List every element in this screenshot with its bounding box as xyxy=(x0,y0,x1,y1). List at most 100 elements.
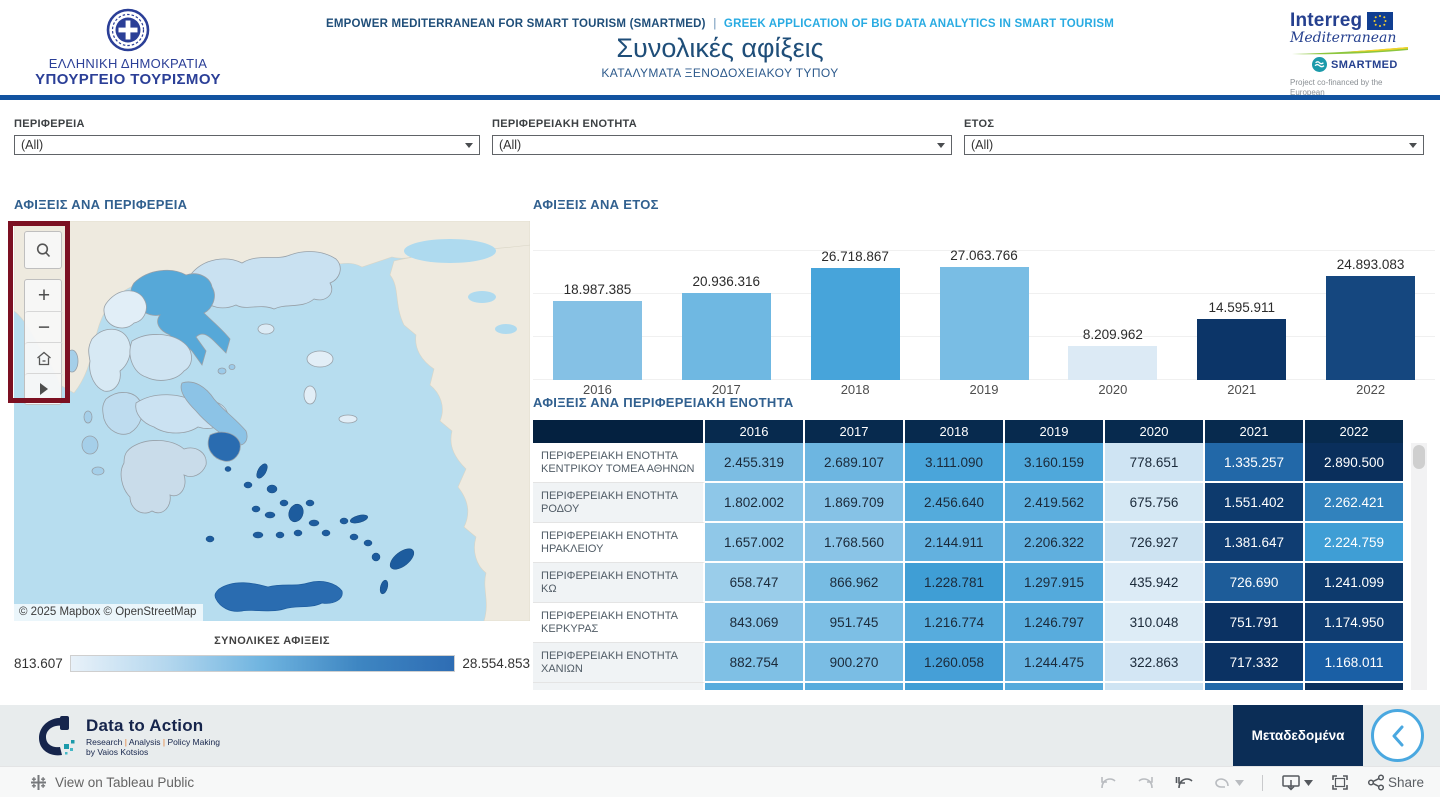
island-zakynthos[interactable] xyxy=(92,467,104,475)
table-cell[interactable]: 1.174.950 xyxy=(1305,603,1405,643)
island-sporades[interactable] xyxy=(229,365,235,370)
table-cell[interactable]: 726.690 xyxy=(1205,563,1305,603)
fullscreen-button[interactable] xyxy=(1331,774,1349,791)
table-cell[interactable]: 2.689.107 xyxy=(805,443,905,483)
map-search-button[interactable] xyxy=(24,231,62,269)
table-cell[interactable] xyxy=(1105,683,1205,690)
table-cell[interactable]: 3.160.159 xyxy=(1005,443,1105,483)
table-column-header[interactable]: 2016 xyxy=(705,420,805,443)
table-cell[interactable] xyxy=(1305,683,1405,690)
greece-map[interactable]: + − © 2025 Mapbox © OpenStreetMap xyxy=(14,221,530,621)
island-sporades[interactable] xyxy=(218,368,226,374)
table-cell[interactable]: 2.455.319 xyxy=(705,443,805,483)
heatmap-table: 2016201720182019202020212022ΠΕΡΙΦΕΡΕΙΑΚΗ… xyxy=(533,420,1407,690)
table-cell[interactable]: 2.419.562 xyxy=(1005,483,1105,523)
table-cell[interactable]: 2.262.421 xyxy=(1305,483,1405,523)
table-scrollbar[interactable] xyxy=(1411,443,1427,690)
table-cell[interactable]: 310.048 xyxy=(1105,603,1205,643)
filter-year-select[interactable]: (All) xyxy=(964,135,1424,155)
zoom-home-button[interactable] xyxy=(25,342,63,373)
table-cell[interactable]: 3.111.090 xyxy=(905,443,1005,483)
reset-button[interactable] xyxy=(1174,775,1194,791)
table-cell[interactable]: 900.270 xyxy=(805,643,905,683)
table-cell[interactable]: 843.069 xyxy=(705,603,805,643)
bar[interactable] xyxy=(1068,346,1157,380)
table-cell[interactable]: 778.651 xyxy=(1105,443,1205,483)
table-column-header[interactable]: 2018 xyxy=(905,420,1005,443)
bar[interactable] xyxy=(1197,319,1286,380)
table-cell[interactable]: 1.216.774 xyxy=(905,603,1005,643)
table-cell[interactable]: 435.942 xyxy=(1105,563,1205,603)
island-samos[interactable] xyxy=(339,415,357,423)
bar[interactable] xyxy=(682,293,771,380)
table-cell[interactable] xyxy=(705,683,805,690)
table-cell[interactable]: 1.802.002 xyxy=(705,483,805,523)
table-cell[interactable]: 751.791 xyxy=(1205,603,1305,643)
table-cell[interactable]: 1.260.058 xyxy=(905,643,1005,683)
replay-button[interactable] xyxy=(1212,775,1244,791)
table-column-header[interactable]: 2020 xyxy=(1105,420,1205,443)
bar[interactable] xyxy=(553,301,642,380)
island-chios[interactable] xyxy=(304,386,316,404)
table-cell[interactable] xyxy=(905,683,1005,690)
download-button[interactable] xyxy=(1281,774,1313,791)
table-cell[interactable]: 2.456.640 xyxy=(905,483,1005,523)
filter-regional-unit-select[interactable]: (All) xyxy=(492,135,952,155)
collapse-panel-button[interactable] xyxy=(1371,709,1424,762)
table-cell[interactable]: 2.890.500 xyxy=(1305,443,1405,483)
table-cell[interactable]: 1.335.257 xyxy=(1205,443,1305,483)
table-cell[interactable] xyxy=(805,683,905,690)
view-on-tableau-link[interactable]: View on Tableau Public xyxy=(30,767,194,798)
table-cell[interactable]: 1.244.475 xyxy=(1005,643,1105,683)
zoom-out-button[interactable]: − xyxy=(25,311,63,342)
table-cell[interactable]: 322.863 xyxy=(1105,643,1205,683)
zoom-in-button[interactable]: + xyxy=(25,280,63,311)
share-button[interactable]: Share xyxy=(1367,774,1424,791)
table-cell[interactable] xyxy=(1205,683,1305,690)
island-lesbos[interactable] xyxy=(307,351,333,367)
choropleth-map[interactable] xyxy=(14,221,530,621)
table-cell[interactable]: 1.168.011 xyxy=(1305,643,1405,683)
smartmed-label: SMARTMED xyxy=(1331,59,1398,71)
island-kefalonia[interactable] xyxy=(82,436,98,454)
table-cell[interactable]: 1.869.709 xyxy=(805,483,905,523)
table-cell[interactable]: 2.144.911 xyxy=(905,523,1005,563)
table-cell[interactable]: 1.657.002 xyxy=(705,523,805,563)
table-cell[interactable]: 951.745 xyxy=(805,603,905,643)
bar-chart-bars: 18.987.38520.936.31626.718.86727.063.766… xyxy=(533,222,1435,380)
bar[interactable] xyxy=(1326,276,1415,380)
metadata-button[interactable]: Μεταδεδομένα xyxy=(1233,705,1363,766)
filter-region: ΠΕΡΙΦΕΡΕΙΑ (All) xyxy=(14,118,480,155)
table-cell[interactable]: 658.747 xyxy=(705,563,805,603)
redo-button[interactable] xyxy=(1136,775,1156,791)
table-cell[interactable]: 1.228.781 xyxy=(905,563,1005,603)
table-cell[interactable]: 882.754 xyxy=(705,643,805,683)
table-cell[interactable]: 726.927 xyxy=(1105,523,1205,563)
table-cell[interactable]: 1.551.402 xyxy=(1205,483,1305,523)
table-cell[interactable]: 2.224.759 xyxy=(1305,523,1405,563)
table-cell[interactable]: 1.768.560 xyxy=(805,523,905,563)
bar[interactable] xyxy=(940,267,1029,380)
island-corfu[interactable] xyxy=(66,350,78,372)
table-cell[interactable]: 675.756 xyxy=(1105,483,1205,523)
island-lemnos[interactable] xyxy=(258,324,274,334)
table-cell[interactable]: 1.241.099 xyxy=(1305,563,1405,603)
table-cell[interactable]: 866.962 xyxy=(805,563,905,603)
scrollbar-thumb[interactable] xyxy=(1413,445,1425,469)
table-cell[interactable]: 1.297.915 xyxy=(1005,563,1105,603)
table-column-header[interactable]: 2022 xyxy=(1305,420,1405,443)
table-cell[interactable]: 1.381.647 xyxy=(1205,523,1305,563)
filter-region-select[interactable]: (All) xyxy=(14,135,480,155)
table-cell[interactable]: 717.332 xyxy=(1205,643,1305,683)
bar[interactable] xyxy=(811,268,900,380)
table-cell[interactable] xyxy=(1005,683,1105,690)
greek-emblem-icon xyxy=(106,8,150,52)
table-cell[interactable]: 2.206.322 xyxy=(1005,523,1105,563)
table-column-header[interactable]: 2021 xyxy=(1205,420,1305,443)
undo-button[interactable] xyxy=(1098,775,1118,791)
map-tools-expand-button[interactable] xyxy=(25,373,63,404)
table-column-header[interactable]: 2019 xyxy=(1005,420,1105,443)
island-lefkada[interactable] xyxy=(84,411,92,423)
table-cell[interactable]: 1.246.797 xyxy=(1005,603,1105,643)
table-column-header[interactable]: 2017 xyxy=(805,420,905,443)
